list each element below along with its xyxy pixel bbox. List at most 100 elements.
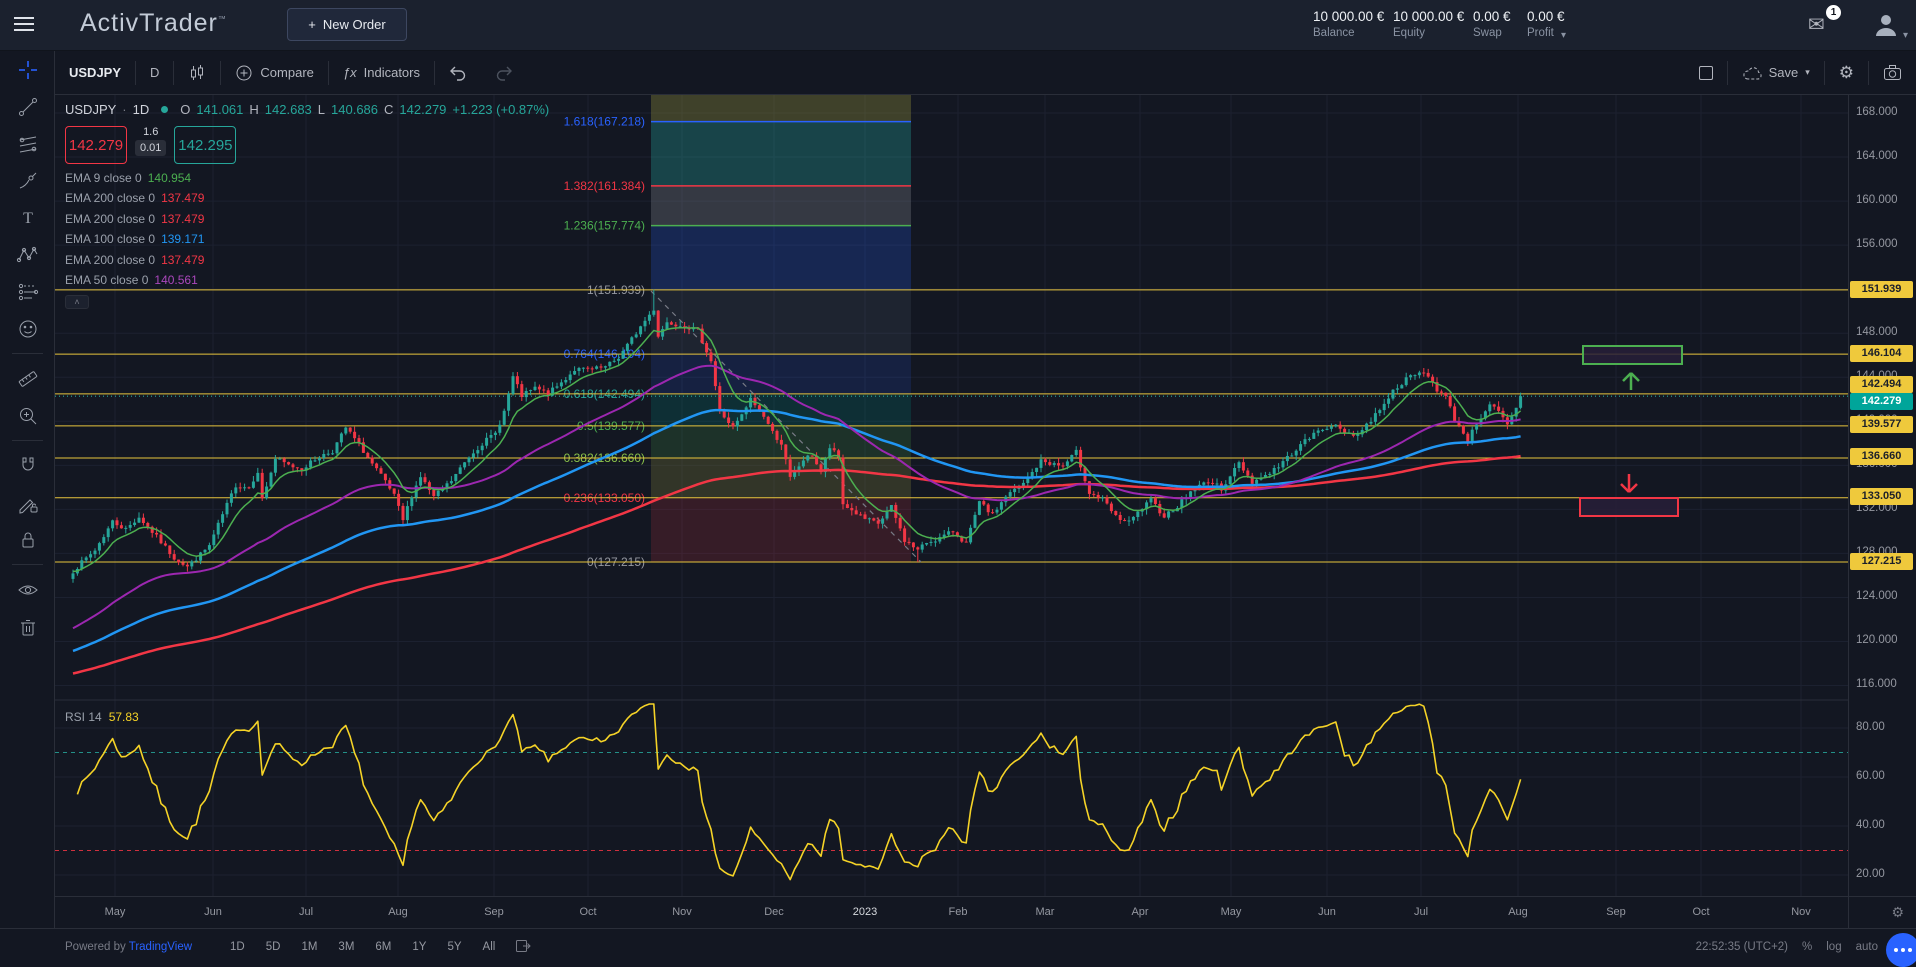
timeframe-button[interactable]: D xyxy=(136,51,173,94)
magnet-tool[interactable] xyxy=(0,447,55,484)
clock: 22:52:35 (UTC+2) xyxy=(1696,941,1788,953)
drawing-lock-tool[interactable] xyxy=(0,484,55,521)
month-label: Oct xyxy=(579,906,596,918)
month-label: Oct xyxy=(1692,906,1709,918)
fib-level-label: 1.236(157.774) xyxy=(564,219,645,233)
xabcd-pattern-tool[interactable] xyxy=(0,236,55,273)
indicators-button[interactable]: ƒx Indicators xyxy=(329,51,434,94)
ruler-tool[interactable] xyxy=(0,360,55,397)
symbol-button[interactable]: USDJPY xyxy=(55,51,135,94)
profit-label: Profit xyxy=(1527,27,1565,39)
log-scale-button[interactable]: log xyxy=(1826,941,1841,953)
emoji-tool[interactable] xyxy=(0,310,55,347)
month-label: Apr xyxy=(1131,906,1148,918)
indicator-value: 137.479 xyxy=(161,191,204,205)
long-zone-box xyxy=(1583,346,1682,364)
save-button[interactable]: Save ▾ xyxy=(1728,51,1824,94)
crosshair-tool[interactable] xyxy=(0,51,55,88)
zoom-in-tool[interactable] xyxy=(0,397,55,434)
price-tick-label: 168.000 xyxy=(1856,106,1898,118)
profit-block: 0.00 € Profit xyxy=(1527,9,1565,39)
month-label: Feb xyxy=(949,906,968,918)
range-button-3m[interactable]: 3M xyxy=(332,938,360,956)
go-to-date-icon[interactable] xyxy=(515,939,532,956)
price-level-badge: 136.660 xyxy=(1850,448,1913,465)
brush-icon xyxy=(16,169,40,193)
swap-value: 0.00 € xyxy=(1473,9,1511,24)
swap-block: 0.00 € Swap xyxy=(1473,9,1511,39)
auto-scale-button[interactable]: auto xyxy=(1856,941,1878,953)
avatar[interactable] xyxy=(1872,10,1900,38)
percent-scale-button[interactable]: % xyxy=(1802,941,1812,953)
range-button-1d[interactable]: 1D xyxy=(224,938,251,956)
legend-symbol[interactable]: USDJPY xyxy=(65,102,116,117)
time-axis[interactable]: MayJunJulAugSepOctNovDec2023FebMarAprMay… xyxy=(55,896,1848,928)
account-dropdown-caret[interactable]: ▾ xyxy=(1561,30,1566,41)
month-label: May xyxy=(105,906,126,918)
text-icon: T xyxy=(16,206,40,230)
zoom-in-icon xyxy=(16,404,40,428)
menu-icon[interactable] xyxy=(14,17,34,33)
chart-canvas[interactable]: 1.618(167.218)1.382(161.384)1.236(157.77… xyxy=(55,95,1848,896)
range-button-6m[interactable]: 6M xyxy=(369,938,397,956)
camera-icon xyxy=(1883,64,1902,81)
compare-button[interactable]: Compare xyxy=(221,51,327,94)
indicator-row[interactable]: EMA 200 close 0137.479 xyxy=(65,212,549,226)
range-button-5d[interactable]: 5D xyxy=(260,938,287,956)
indicator-row[interactable]: EMA 9 close 0140.954 xyxy=(65,171,549,185)
time-axis-corner: ⚙ xyxy=(1848,896,1916,928)
indicator-row[interactable]: EMA 200 close 0137.479 xyxy=(65,253,549,267)
price-level-badge: 146.104 xyxy=(1850,345,1913,362)
new-order-button[interactable]: + New Order xyxy=(287,8,407,41)
bottom-bar: Powered by TradingView 1D5D1M3M6M1Y5YAll… xyxy=(0,928,1916,965)
range-button-5y[interactable]: 5Y xyxy=(441,938,467,956)
eye-icon xyxy=(16,578,40,602)
trash-tool[interactable] xyxy=(0,608,55,645)
brush-tool[interactable] xyxy=(0,162,55,199)
price-axis[interactable]: 168.000164.000160.000156.000148.000144.0… xyxy=(1848,95,1916,928)
range-button-all[interactable]: All xyxy=(477,938,502,956)
forecast-tool[interactable] xyxy=(0,273,55,310)
month-label: Jul xyxy=(1414,906,1428,918)
legend-collapse-button[interactable]: ˄ xyxy=(65,295,89,309)
text-tool[interactable]: T xyxy=(0,199,55,236)
ohlc-open: 141.061 xyxy=(196,102,243,117)
range-button-1y[interactable]: 1Y xyxy=(406,938,432,956)
price-level-badge: 142.494 xyxy=(1850,376,1913,393)
range-button-1m[interactable]: 1M xyxy=(295,938,323,956)
indicator-row[interactable]: EMA 50 close 0140.561 xyxy=(65,273,549,287)
undo-button[interactable] xyxy=(435,51,481,94)
spread-indicator: 1.6 0.01 xyxy=(135,126,166,156)
rsi-tick-label: 80.00 xyxy=(1856,721,1885,733)
ohlc-low: 140.686 xyxy=(331,102,378,117)
avatar-dropdown-caret[interactable]: ▾ xyxy=(1903,30,1908,41)
fib-tool-tool[interactable] xyxy=(0,125,55,162)
short-arrow-icon xyxy=(1621,474,1637,492)
buy-button[interactable]: 142.295 xyxy=(174,126,236,164)
layout-toggle-button[interactable] xyxy=(1685,51,1727,94)
axis-settings-gear-icon[interactable]: ⚙ xyxy=(1891,904,1904,921)
redo-button[interactable] xyxy=(481,51,527,94)
eye-tool[interactable] xyxy=(0,571,55,608)
fib-level-label: 1.382(161.384) xyxy=(564,179,645,193)
lock-tool[interactable] xyxy=(0,521,55,558)
sell-button[interactable]: 142.279 xyxy=(65,126,127,164)
month-label: Sep xyxy=(1606,906,1626,918)
indicator-row[interactable]: EMA 100 close 0139.171 xyxy=(65,232,549,246)
trash-icon xyxy=(16,615,40,639)
indicator-row[interactable]: EMA 200 close 0137.479 xyxy=(65,191,549,205)
mail-icon[interactable]: ✉ xyxy=(1808,12,1825,37)
magnet-icon xyxy=(16,454,40,478)
current-price-badge: 142.279 xyxy=(1850,393,1913,410)
balance-label: Balance xyxy=(1313,27,1384,39)
timeframe-row: 1D 5D 1M 3M 6M 1Y 5Y All xyxy=(224,938,501,956)
chart-style-button[interactable] xyxy=(174,51,220,94)
support-chat-button[interactable] xyxy=(1886,933,1916,967)
month-label: Nov xyxy=(672,906,692,918)
trend-line-tool[interactable] xyxy=(0,88,55,125)
legend-timeframe[interactable]: 1D xyxy=(133,102,150,117)
ohlc-close: 142.279 xyxy=(399,102,446,117)
screenshot-button[interactable] xyxy=(1869,51,1916,94)
tradingview-link[interactable]: TradingView xyxy=(129,941,192,953)
chart-settings-button[interactable]: ⚙ xyxy=(1825,51,1868,94)
